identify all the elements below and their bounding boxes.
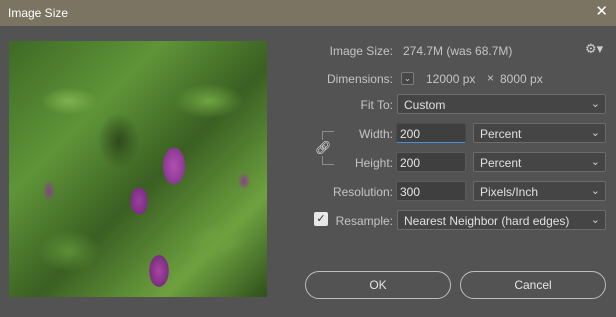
fit-to-label: Fit To: [360,98,393,112]
chevron-down-icon: ⌄ [590,156,600,168]
link-icon[interactable]: 🔗︎ [315,140,332,156]
resolution-label: Resolution: [332,185,393,199]
resample-label: Resample: [335,214,393,228]
checkmark-icon: ✓ [316,213,326,225]
height-input[interactable]: 200 [396,152,466,172]
close-icon[interactable]: ✕ [595,4,608,19]
constrain-bracket-bottom [322,156,334,165]
resample-method-value: Nearest Neighbor (hard edges) [404,214,570,228]
resolution-unit-value: Pixels/Inch [480,185,539,199]
width-unit-select[interactable]: Percent ⌄ [473,123,606,143]
width-input[interactable]: 200 [396,123,466,143]
height-unit-select[interactable]: Percent ⌄ [473,152,606,172]
gear-icon[interactable]: ⚙▾ [585,41,603,57]
chevron-down-icon: ⌄ [590,214,600,226]
fit-to-select[interactable]: Custom ⌄ [397,94,606,114]
dimensions-separator: × [487,71,495,85]
image-size-label: Image Size: [329,44,393,58]
fit-to-value: Custom [404,98,446,112]
cancel-button[interactable]: Cancel [460,271,606,299]
resolution-input[interactable]: 300 [396,181,466,201]
dimensions-units-button[interactable]: ⌄ [401,72,414,85]
width-label: Width: [358,127,393,141]
dimensions-label: Dimensions: [326,72,393,86]
resample-method-select[interactable]: Nearest Neighbor (hard edges) ⌄ [397,210,606,230]
chevron-down-icon: ⌄ [590,98,600,110]
height-label: Height: [354,156,393,170]
constrain-bracket-top [322,131,334,140]
title-bar: Image Size ✕ [0,0,616,26]
chevron-down-icon: ⌄ [590,127,600,139]
ok-button[interactable]: OK [305,271,451,299]
width-unit-value: Percent [480,127,522,141]
chevron-down-icon: ⌄ [590,185,600,197]
window-title: Image Size [8,6,69,20]
resolution-unit-select[interactable]: Pixels/Inch ⌄ [473,181,606,201]
height-unit-value: Percent [480,156,522,170]
chevron-down-icon: ⌄ [404,74,411,83]
resample-checkbox[interactable]: ✓ [314,212,328,226]
dimensions-height-value: 8000 px [500,72,543,86]
dimensions-width-value: 12000 px [426,72,476,86]
image-size-value: 274.7M (was 68.7M) [403,44,513,58]
image-preview[interactable] [9,41,267,297]
